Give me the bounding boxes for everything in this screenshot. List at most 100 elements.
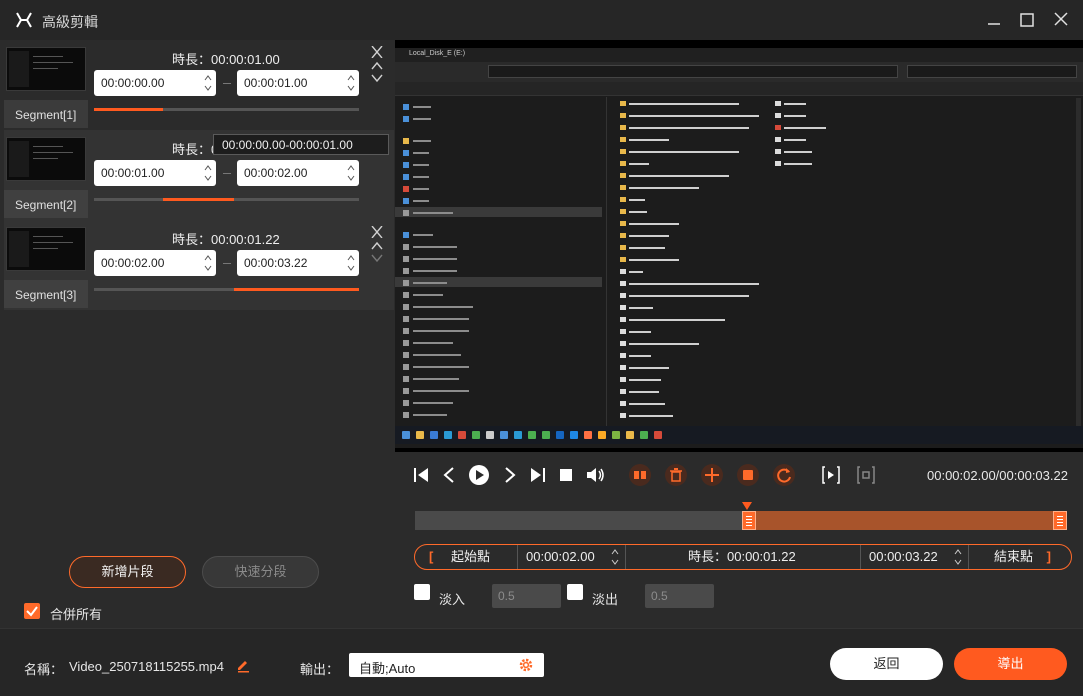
segment-thumbnail	[6, 227, 86, 271]
add-segment-button[interactable]: 新增片段	[69, 556, 186, 588]
segment-item[interactable]: Segment[1] 時長：00:00:01.00 00:00:00.00 00…	[4, 40, 394, 130]
file-name-value: Video_250718115255.mp4	[69, 659, 224, 674]
segment-item[interactable]: Segment[3] 時長：00:00:01.22 00:00:02.00 00…	[4, 220, 394, 310]
segment-range-bar	[94, 108, 359, 111]
segment-start-input[interactable]: 00:00:00.00	[94, 70, 216, 96]
segment-range-bar	[94, 288, 359, 291]
spin-arrows-icon[interactable]	[204, 253, 212, 273]
go-to-start-button[interactable]	[411, 464, 433, 486]
play-segment-button[interactable]	[820, 464, 842, 486]
set-start-button[interactable]: [ 起始點	[429, 545, 519, 569]
delete-segment-icon[interactable]	[370, 226, 384, 238]
play-segment-icon	[822, 466, 840, 484]
volume-icon	[587, 468, 604, 482]
video-preview[interactable]: Local_Disk_E (E:)	[395, 40, 1083, 452]
stop-icon	[560, 469, 572, 481]
play-icon	[469, 465, 489, 485]
previous-frame-button[interactable]	[439, 464, 461, 486]
fade-in-label: 淡入	[439, 592, 466, 607]
fade-out-input[interactable]: 0.5	[645, 584, 714, 608]
title-bar: 高級剪輯	[0, 0, 1083, 40]
segment-start-input[interactable]: 00:00:01.00	[94, 160, 216, 186]
segment-range-bar	[94, 198, 359, 201]
export-button[interactable]: 導出	[954, 648, 1067, 680]
segment-label: Segment[2]	[15, 198, 77, 212]
segment-end-input[interactable]: 00:00:01.00	[237, 70, 359, 96]
close-icon	[1054, 12, 1068, 26]
minimize-button[interactable]	[983, 10, 1005, 30]
playhead[interactable]	[742, 502, 752, 510]
move-down-icon[interactable]	[370, 252, 384, 264]
move-down-icon[interactable]	[370, 72, 384, 84]
segment-duration: 時長：00:00:01.00	[172, 52, 280, 67]
move-up-icon[interactable]	[370, 240, 384, 252]
segment-start-input[interactable]: 00:00:02.00	[94, 250, 216, 276]
bottom-bar: 名稱： Video_250718115255.mp4 輸出： 自動;Auto 返…	[0, 628, 1083, 696]
spin-arrows-icon[interactable]	[954, 548, 962, 566]
checkmark-icon	[26, 606, 38, 617]
fit-screen-icon	[857, 466, 875, 484]
spin-arrows-icon[interactable]	[611, 548, 619, 566]
merge-all-checkbox[interactable]	[24, 603, 40, 619]
segment-end-input[interactable]: 00:00:03.22	[237, 250, 359, 276]
playback-timecode: 00:00:02.00/00:00:03.22	[927, 468, 1068, 483]
delete-button[interactable]	[665, 464, 687, 486]
stop-button[interactable]	[555, 464, 577, 486]
move-up-icon[interactable]	[370, 60, 384, 72]
fade-in-input[interactable]: 0.5	[492, 584, 561, 608]
fullscreen-button[interactable]	[855, 464, 877, 486]
segment-label: Segment[1]	[15, 108, 77, 122]
range-duration: 時長：00:00:01.22	[688, 549, 796, 564]
volume-button[interactable]	[584, 464, 606, 486]
set-end-button[interactable]: 結束點 ]	[994, 545, 1064, 569]
preview-tab-title: Local_Disk_E (E:)	[409, 50, 466, 57]
timeline-end-handle[interactable]	[1053, 511, 1067, 530]
go-to-end-button[interactable]	[526, 464, 548, 486]
file-name-label: 名稱：	[24, 662, 64, 677]
add-button[interactable]	[701, 464, 723, 486]
edit-name-icon[interactable]	[235, 657, 251, 673]
spin-arrows-icon[interactable]	[347, 73, 355, 93]
back-button[interactable]: 返回	[830, 648, 943, 680]
reset-icon	[777, 468, 791, 483]
output-format-field[interactable]: 自動;Auto	[349, 653, 544, 677]
spin-arrows-icon[interactable]	[347, 163, 355, 183]
segment-panel: Segment[1] 時長：00:00:01.00 00:00:00.00 00…	[0, 40, 394, 628]
gear-icon[interactable]	[518, 657, 534, 673]
fade-in-checkbox[interactable]	[414, 584, 430, 600]
split-icon	[634, 471, 646, 479]
fade-out-checkbox[interactable]	[567, 584, 583, 600]
preview-frame: Local_Disk_E (E:)	[395, 48, 1083, 448]
merge-all-label: 合併所有	[50, 607, 103, 622]
app-logo-icon	[16, 12, 32, 28]
split-button[interactable]	[629, 464, 651, 486]
timeline-start-handle[interactable]	[742, 511, 756, 530]
spin-arrows-icon[interactable]	[347, 253, 355, 273]
maximize-icon	[1020, 13, 1034, 27]
quick-split-button[interactable]: 快速分段	[202, 556, 319, 588]
spin-arrows-icon[interactable]	[204, 73, 212, 93]
close-window-button[interactable]	[1050, 10, 1072, 30]
segment-end-input[interactable]: 00:00:02.00	[237, 160, 359, 186]
segment-thumbnail	[6, 47, 86, 91]
copy-icon	[743, 470, 753, 480]
timeline-selection	[750, 511, 1060, 530]
play-button[interactable]	[468, 464, 490, 486]
player-controls: 00:00:02.00/00:00:03.22 [ 起始點 00:00:02.0…	[395, 452, 1083, 628]
next-frame-button[interactable]	[498, 464, 520, 486]
delete-segment-icon[interactable]	[370, 46, 384, 58]
timeline-track[interactable]	[415, 511, 1067, 530]
maximize-button[interactable]	[1016, 10, 1038, 30]
segment-thumbnail	[6, 137, 86, 181]
segment-tooltip: 00:00:00.00-00:00:01.00	[213, 134, 389, 155]
segment-duration: 時長：00:00:01.22	[172, 232, 280, 247]
output-label: 輸出：	[300, 662, 340, 677]
copy-button[interactable]	[737, 464, 759, 486]
reset-button[interactable]	[773, 464, 795, 486]
next-frame-icon	[505, 467, 516, 483]
trash-icon	[670, 468, 682, 482]
previous-frame-icon	[443, 467, 454, 483]
spin-arrows-icon[interactable]	[204, 163, 212, 183]
window-title: 高級剪輯	[42, 14, 98, 30]
segment-label: Segment[3]	[15, 288, 77, 302]
